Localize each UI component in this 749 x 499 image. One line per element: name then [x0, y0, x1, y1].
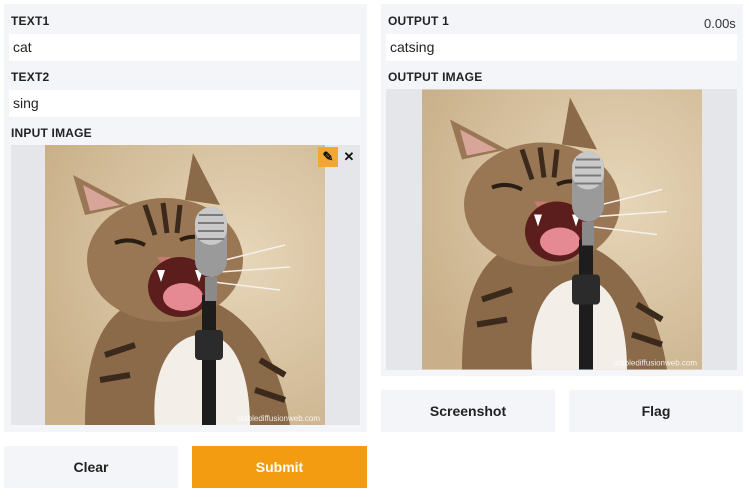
timer-text: 0.00s [704, 16, 736, 31]
input-image-container[interactable]: stablediffusionweb.com ✎ ✕ [11, 145, 360, 425]
flag-button[interactable]: Flag [569, 390, 743, 432]
submit-button[interactable]: Submit [192, 446, 367, 488]
pencil-icon[interactable]: ✎ [318, 147, 338, 167]
cat-photo: stablediffusionweb.com [45, 145, 325, 425]
input-image: stablediffusionweb.com [45, 145, 325, 425]
output1-text: catsing [386, 34, 737, 61]
input-image-label: INPUT IMAGE [11, 126, 92, 140]
svg-text:stablediffusionweb.com: stablediffusionweb.com [237, 414, 320, 423]
text1-label: TEXT1 [11, 14, 50, 28]
clear-button[interactable]: Clear [4, 446, 178, 488]
text2-input[interactable]: sing [9, 90, 360, 117]
close-icon[interactable]: ✕ [339, 147, 359, 167]
output-image-label: OUTPUT IMAGE [388, 70, 483, 84]
cat-photo: stablediffusionweb.com [422, 89, 702, 370]
text1-input[interactable]: cat [9, 34, 360, 61]
text2-label: TEXT2 [11, 70, 50, 84]
output-image: stablediffusionweb.com [422, 89, 702, 370]
output-image-container: stablediffusionweb.com [386, 89, 737, 370]
output1-label: OUTPUT 1 [388, 14, 449, 28]
svg-text:stablediffusionweb.com: stablediffusionweb.com [614, 359, 697, 368]
screenshot-button[interactable]: Screenshot [381, 390, 555, 432]
